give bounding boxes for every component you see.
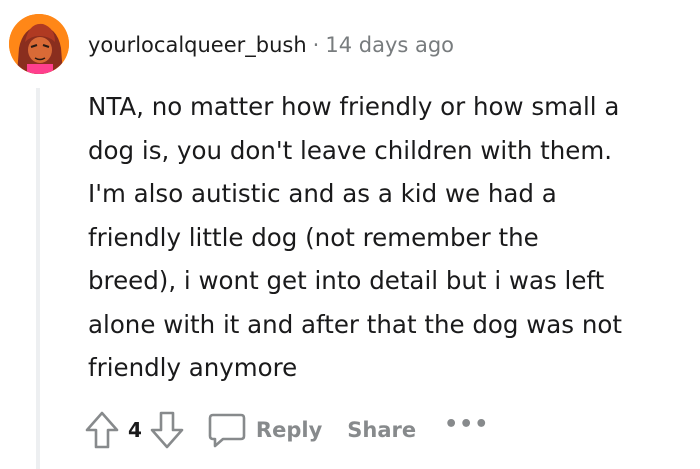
- reply-button[interactable]: Reply: [207, 410, 322, 450]
- comment-body-line: friendly anymore: [88, 353, 298, 382]
- comment-body-line: breed), i wont get into detail but i was…: [88, 266, 605, 295]
- share-button[interactable]: Share: [347, 418, 416, 442]
- comment-meta: yourlocalqueer_bush · 14 days ago: [88, 31, 454, 59]
- comment-body-line: alone with it and after that the dog was…: [88, 309, 622, 339]
- comment-body-line: friendly little dog (not remember the: [88, 222, 539, 252]
- username-link[interactable]: yourlocalqueer_bush: [88, 33, 307, 57]
- vote-count: 4: [128, 418, 142, 442]
- comment: yourlocalqueer_bush · 14 days ago NTA, no …: [0, 0, 700, 469]
- arrow-up-icon[interactable]: [84, 410, 120, 450]
- comment-body-line: NTA, no matter how friendly or how small…: [88, 92, 620, 121]
- comment-body: NTA, no matter how friendly or how small…: [88, 85, 688, 390]
- arrow-down-icon[interactable]: [149, 410, 185, 450]
- comment-body-line: dog is, you don't leave children with th…: [88, 135, 612, 165]
- comment-actions: 4 Reply Share •••: [84, 408, 489, 452]
- more-options-button[interactable]: •••: [444, 412, 489, 437]
- speech-bubble-icon: [207, 410, 247, 450]
- timestamp[interactable]: 14 days ago: [325, 33, 454, 57]
- meta-separator: ·: [312, 33, 320, 57]
- thread-line[interactable]: [36, 88, 40, 469]
- comment-body-line: I'm also autistic and as a kid we had a: [88, 179, 557, 208]
- reply-label: Reply: [255, 418, 323, 442]
- avatar[interactable]: [9, 14, 69, 74]
